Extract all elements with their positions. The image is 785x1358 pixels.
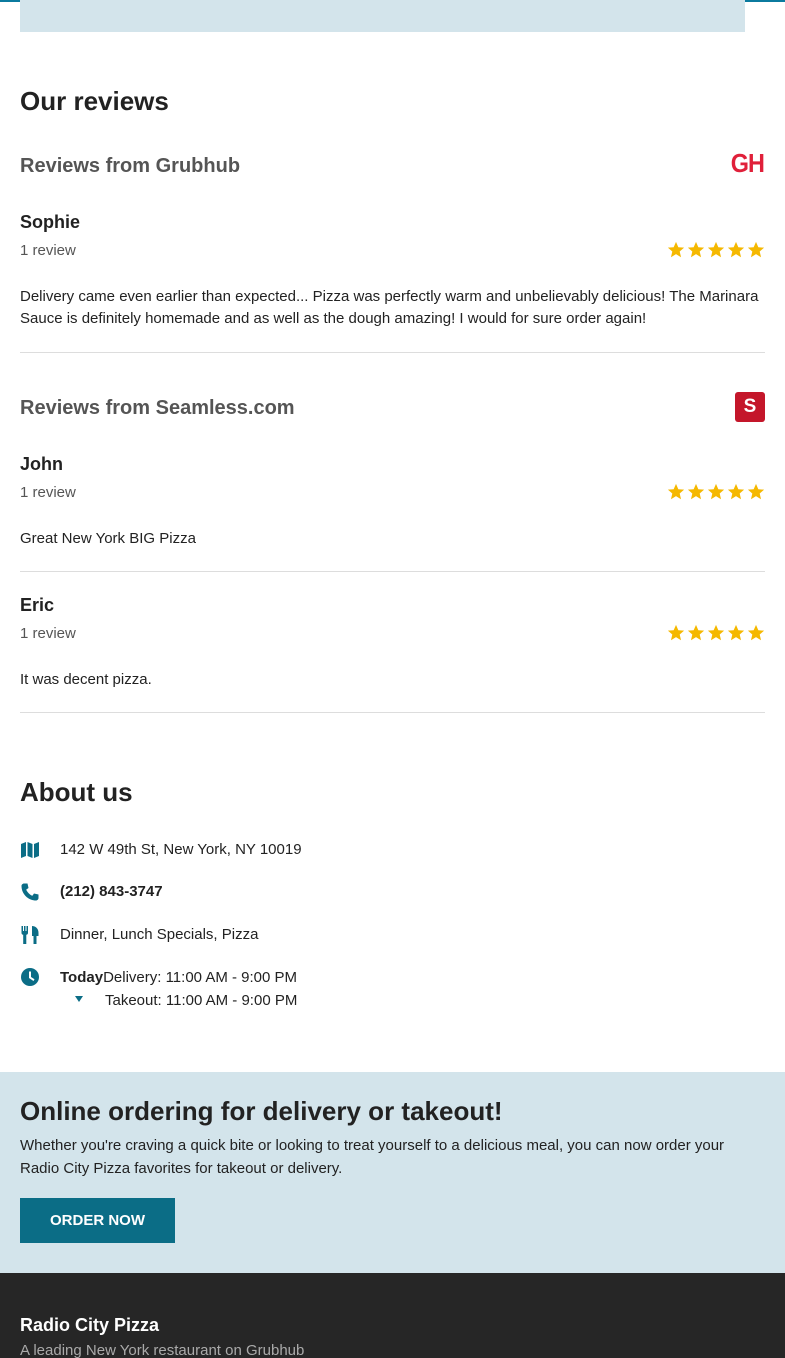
star-rating [667,483,765,501]
star-rating [667,624,765,642]
star-icon [707,624,725,641]
review-count: 1 review [20,625,76,642]
review-text: Great New York BIG Pizza [20,530,196,547]
star-icon [707,483,725,500]
address-row: 142 W 49th St, New York, NY 10019 [20,840,302,860]
utensils-icon [21,926,39,944]
star-icon [667,483,685,500]
order-now-button[interactable]: ORDER NOW [20,1198,175,1243]
star-icon [727,483,745,500]
about-title: About us [20,777,133,807]
map-icon [21,842,39,858]
phone-icon [21,883,39,901]
star-icon [727,241,745,258]
order-panel: Online ordering for delivery or takeout!… [0,1072,785,1273]
top-banner [20,0,745,32]
star-icon [687,241,705,258]
phone-link[interactable]: (212) 843-3747 [60,882,163,902]
review-count: 1 review [20,484,76,501]
star-icon [747,624,765,641]
review-john: John 1 review Great New York BIG Pizza [20,454,765,547]
review-text: It was decent pizza. [20,671,152,688]
hours-today[interactable]: TodayDelivery: 11:00 AM - 9:00 PM [60,969,297,986]
footer-subtitle: A leading New York restaurant on Grubhub [20,1342,305,1358]
star-icon [687,483,705,500]
divider [20,712,765,713]
star-icon [687,624,705,641]
star-icon [667,624,685,641]
star-icon [747,241,765,258]
order-description: Whether you're craving a quick bite or l… [20,1137,725,1177]
seamless-logo: S [735,392,765,422]
footer-restaurant-name: Radio City Pizza [20,1315,160,1335]
grubhub-reviews-title: Reviews from Grubhub [20,155,241,177]
hours-row [20,967,60,987]
phone-row: (212) 843-3747 [20,882,163,902]
address-text: 142 W 49th St, New York, NY 10019 [60,841,302,858]
reviewer-name: Eric [20,595,55,615]
star-icon [747,483,765,500]
takeout-hours: Takeout: 11:00 AM - 9:00 PM [105,992,298,1009]
reviews-title: Our reviews [20,86,169,116]
seamless-reviews-title: Reviews from Seamless.com [20,397,295,419]
order-title: Online ordering for delivery or takeout! [20,1096,503,1126]
categories-row: Dinner, Lunch Specials, Pizza [20,925,258,945]
footer: Radio City Pizza A leading New York rest… [0,1273,785,1358]
categories-text: Dinner, Lunch Specials, Pizza [60,926,259,943]
today-label: Today [60,969,104,986]
review-text: Delivery came even earlier than expected… [20,288,759,327]
clock-icon [21,968,39,986]
reviewer-name: John [20,454,63,474]
chevron-down-icon[interactable] [75,996,83,1002]
star-rating [667,241,765,259]
grubhub-logo: GH [730,148,765,178]
divider [20,571,765,572]
star-icon [707,241,725,258]
divider [20,352,765,353]
review-sophie: Sophie 1 review Delivery came even earli… [20,212,765,327]
delivery-hours: Delivery: 11:00 AM - 9:00 PM [103,969,298,986]
review-eric: Eric 1 review It was decent pizza. [20,595,765,688]
star-icon [727,624,745,641]
review-count: 1 review [20,242,76,259]
reviewer-name: Sophie [20,212,81,232]
star-icon [667,241,685,258]
